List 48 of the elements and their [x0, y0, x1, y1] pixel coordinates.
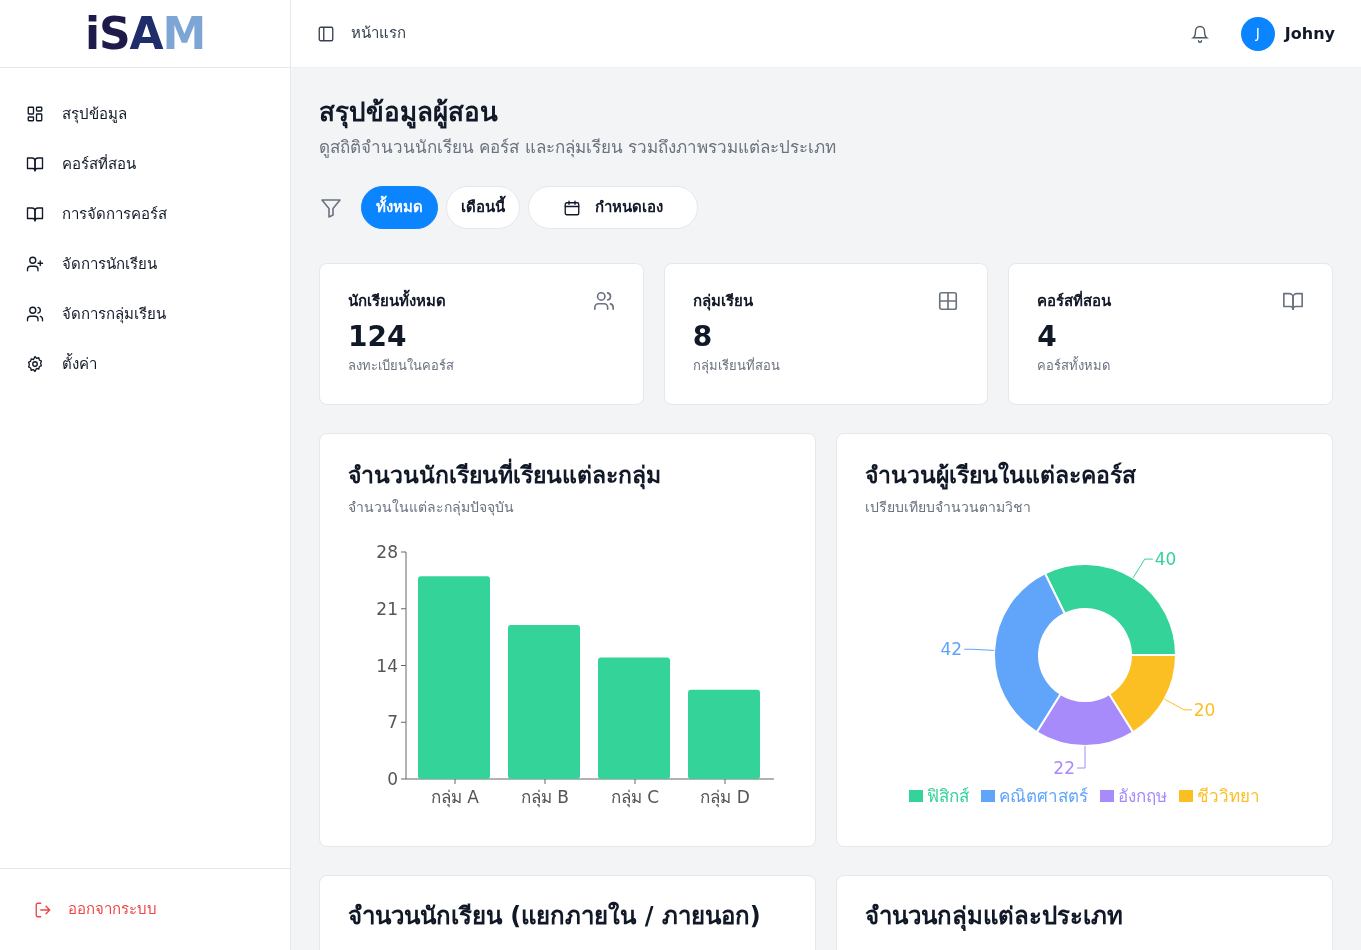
filter-chip[interactable]: กำหนดเอง: [528, 186, 698, 229]
stat-caption: ลงทะเบียนในคอร์ส: [348, 356, 455, 375]
user-name: Johny: [1284, 22, 1335, 45]
axis-tick-label: กลุ่ม D: [700, 786, 750, 807]
stat-title: นักเรียนทั้งหมด: [348, 290, 446, 313]
page-title: สรุปข้อมูลผู้สอน: [319, 96, 499, 129]
sidebar-item[interactable]: จัดการนักเรียน: [16, 242, 274, 286]
stat-value: 8: [692, 318, 714, 354]
filter-chip[interactable]: เดือนนี้: [446, 186, 520, 229]
value-label: 20: [1193, 699, 1215, 720]
breadcrumb: หน้าแรก: [351, 23, 406, 45]
axis-tick-label: กลุ่ม A: [431, 786, 479, 807]
axis-tick-label: กลุ่ม C: [610, 786, 660, 807]
axis-tick-label: กลุ่ม B: [520, 786, 570, 807]
user-avatar[interactable]: J: [1240, 16, 1275, 51]
axis-tick-label: 14: [376, 655, 398, 675]
chart-subtitle: จำนวนในแต่ละกลุ่มปัจจุบัน: [348, 497, 515, 518]
legend-label: ชีววิทยา: [1197, 784, 1260, 808]
axis-tick-label: 7: [387, 711, 398, 732]
legend-label: คณิตศาสตร์: [999, 784, 1088, 808]
stat-value: 4: [1037, 318, 1058, 354]
chart-title: จำนวนผู้เรียนในแต่ละคอร์ส: [865, 460, 1137, 492]
stat-title: คอร์สที่สอน: [1037, 290, 1112, 312]
sidebar-item[interactable]: คอร์สที่สอน: [16, 142, 274, 186]
value-label: 22: [1052, 757, 1075, 778]
page-subtitle: ดูสถิติจำนวนนักเรียน คอร์ส และกลุ่มเรียน รวมถึงภาพรวมแต่ละประเภท: [319, 135, 838, 160]
filter-chip[interactable]: ทั้งหมด: [361, 186, 438, 229]
sidebar-item[interactable]: การจัดการคอร์ส: [16, 192, 274, 236]
axis-tick-label: 28: [376, 541, 398, 562]
stat-caption: คอร์สทั้งหมด: [1037, 355, 1112, 375]
stat-value: 124: [348, 318, 408, 354]
legend-label: อังกฤษ: [1118, 784, 1167, 808]
axis-tick-label: 21: [376, 598, 398, 619]
value-label: 40: [1154, 548, 1176, 569]
axis-tick-label: 0: [387, 768, 398, 789]
stat-caption: กลุ่มเรียนที่สอน: [692, 356, 781, 375]
value-label: 42: [940, 638, 962, 659]
chart-title: จำนวนกลุ่มแต่ละประเภท: [865, 901, 1124, 933]
legend-label: ฟิสิกส์: [927, 784, 969, 808]
chart-subtitle: เปรียบเทียบจำนวนตามวิชา: [865, 497, 1032, 517]
sidebar-item[interactable]: ตั้งค่า: [16, 342, 274, 386]
logout-button[interactable]: ออกจากระบบ: [34, 898, 157, 921]
sidebar-item[interactable]: สรุปข้อมูล: [16, 92, 274, 136]
stat-title: กลุ่มเรียน: [692, 291, 753, 313]
logo: iSAM: [84, 11, 206, 56]
sidebar-item[interactable]: จัดการกลุ่มเรียน: [16, 292, 274, 336]
chart-title: จำนวนนักเรียน (แยกภายใน / ภายนอก): [348, 900, 762, 932]
chart-title: จำนวนนักเรียนที่เรียนแต่ละกลุ่ม: [348, 458, 787, 493]
